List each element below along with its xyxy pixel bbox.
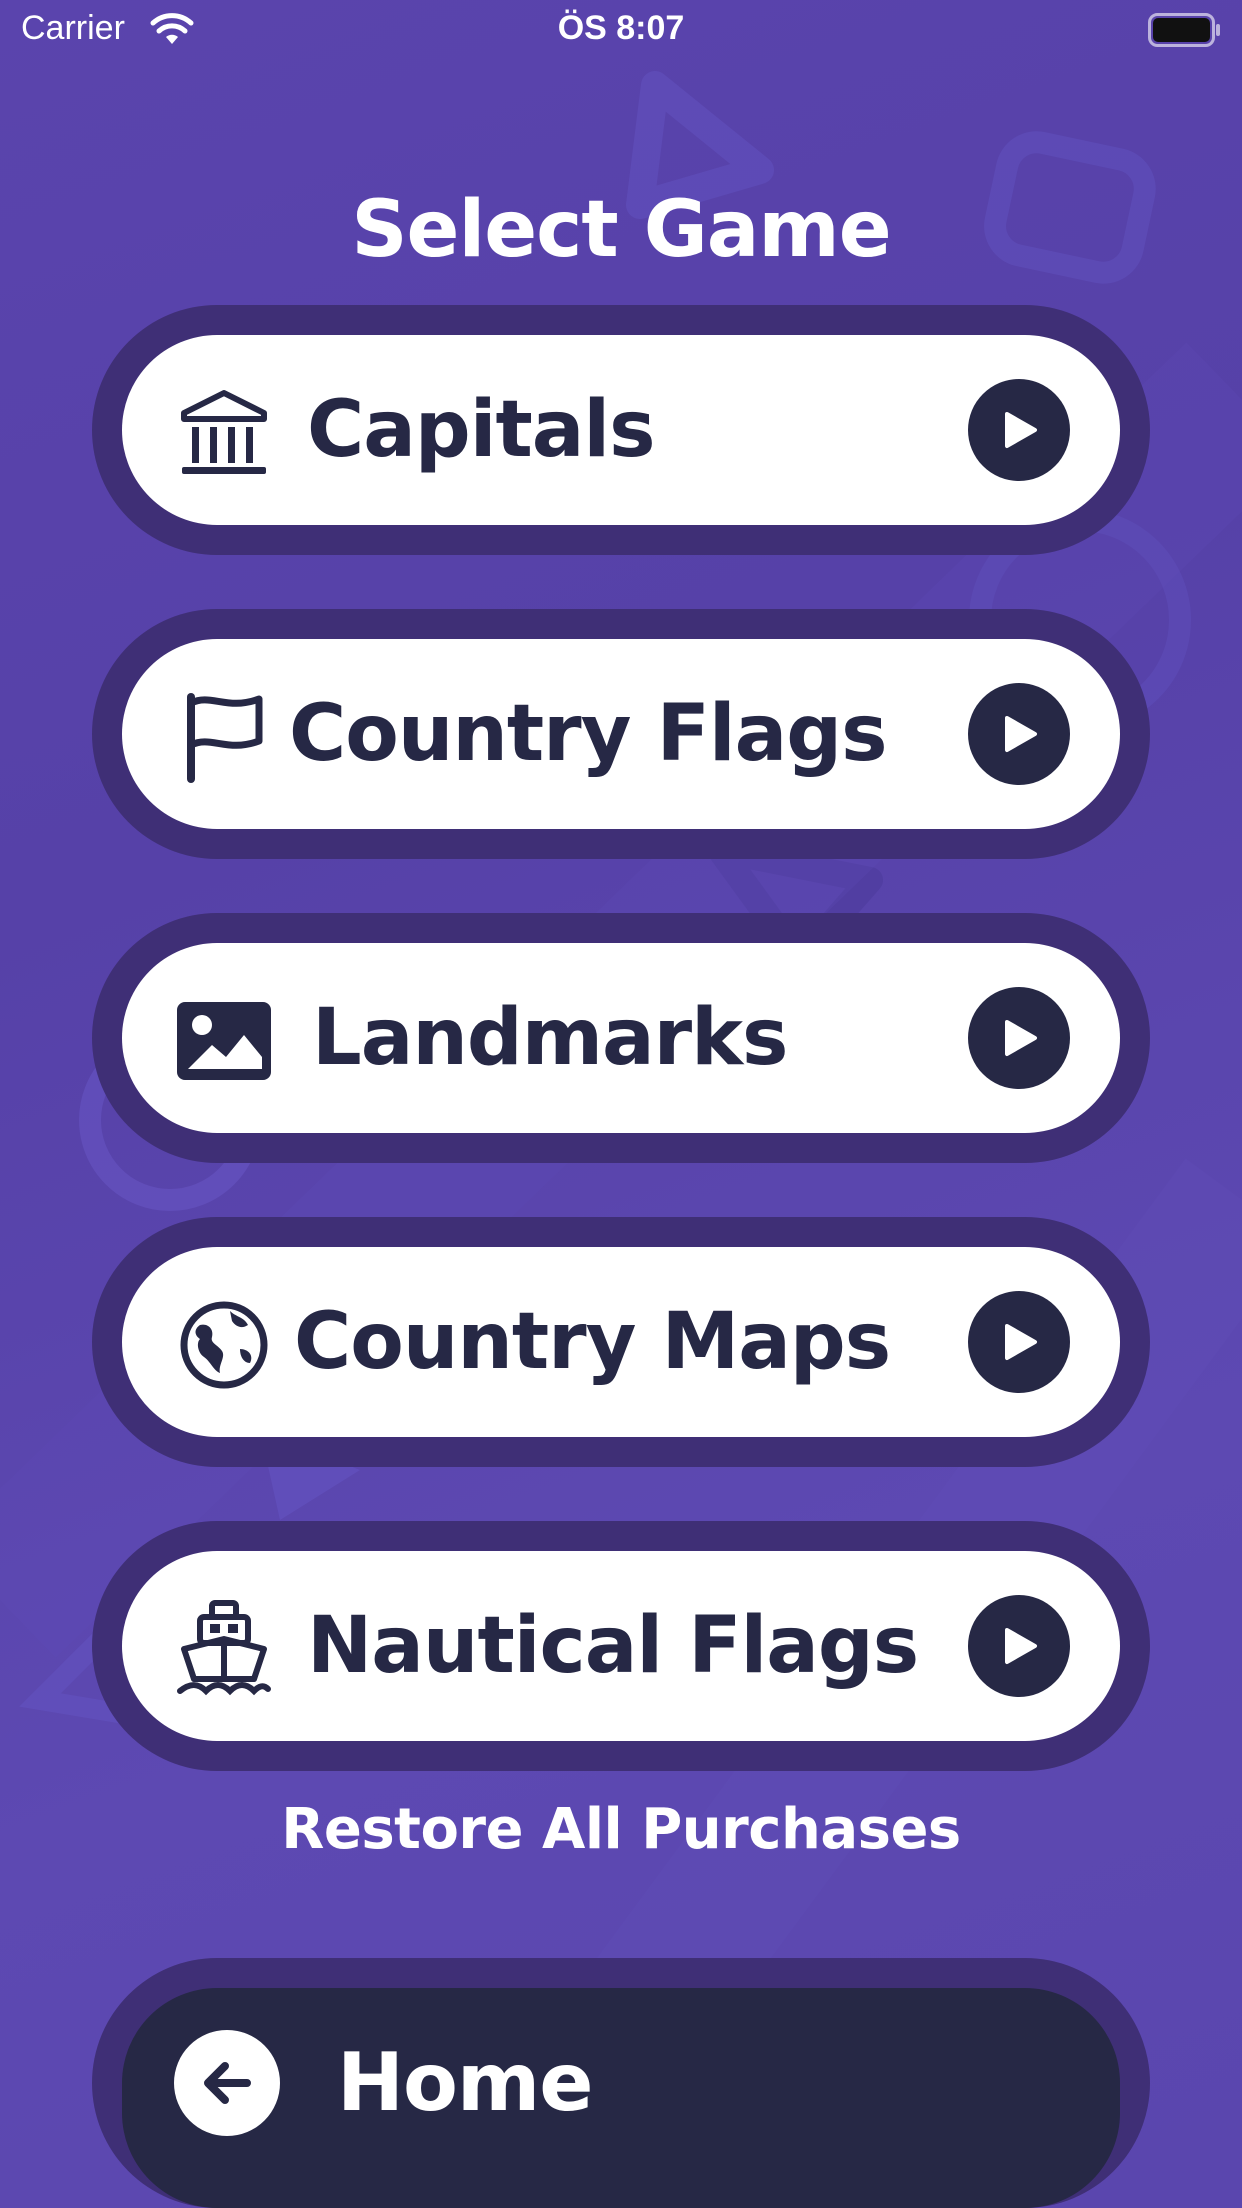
home-button-body: Home [122,1988,1120,2208]
play-icon[interactable] [968,987,1070,1089]
image-icon [174,993,274,1088]
game-button-body: Capitals [122,335,1120,525]
battery-icon [1148,13,1220,47]
game-label: Country Flags [289,689,888,779]
game-label: Capitals [307,385,656,475]
game-button-country-maps[interactable]: Country Maps [92,1217,1150,1467]
play-icon[interactable] [968,379,1070,481]
bank-icon [174,385,274,480]
game-button-body: Country Maps [122,1247,1120,1437]
home-label: Home [337,2036,594,2129]
game-label: Nautical Flags [307,1601,919,1691]
game-label: Country Maps [294,1297,891,1387]
game-button-body: Landmarks [122,943,1120,1133]
page-title: Select Game [351,185,891,275]
status-time: ÖS 8:07 [557,9,685,47]
game-button-nautical-flags[interactable]: Nautical Flags [92,1521,1150,1771]
play-icon[interactable] [968,1595,1070,1697]
arrow-left-icon [174,2030,280,2136]
game-button-body: Country Flags [122,639,1120,829]
restore-purchases-link[interactable]: Restore All Purchases [0,1797,1242,1862]
flag-icon [174,689,274,784]
game-label: Landmarks [312,993,788,1083]
game-button-capitals[interactable]: Capitals [92,305,1150,555]
game-button-landmarks[interactable]: Landmarks [92,913,1150,1163]
game-button-body: Nautical Flags [122,1551,1120,1741]
ship-icon [174,1599,274,1696]
home-button[interactable]: Home [92,1958,1150,2208]
globe-icon [174,1297,274,1392]
game-button-country-flags[interactable]: Country Flags [92,609,1150,859]
play-icon[interactable] [968,683,1070,785]
play-icon[interactable] [968,1291,1070,1393]
status-bar: Carrier ÖS 8:07 [0,0,1242,62]
